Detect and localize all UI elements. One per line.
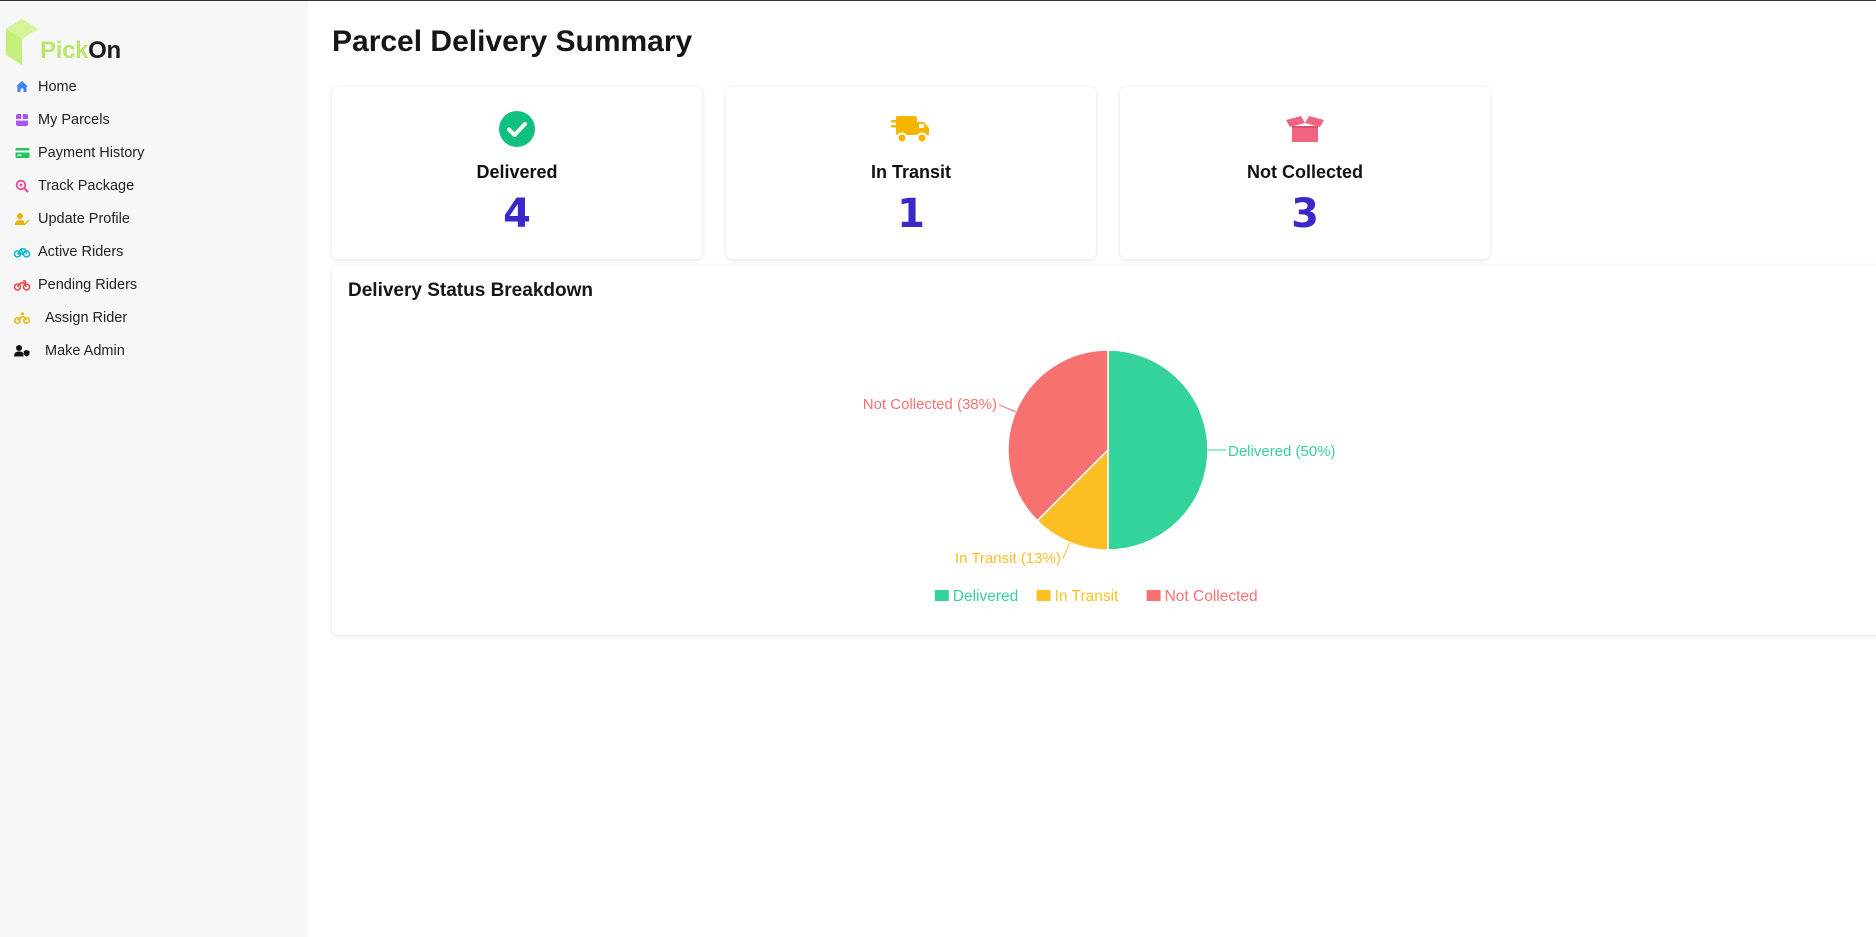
stat-card-in-transit: In Transit 1 (726, 87, 1096, 259)
stat-card-delivered: Delivered 4 (332, 87, 702, 259)
legend-swatch (1036, 590, 1051, 601)
home-icon (14, 79, 30, 95)
slice-label: In Transit (13%) (955, 550, 1061, 567)
box-icon (14, 112, 30, 128)
legend-swatch (1146, 590, 1161, 601)
sidebar-item-label: Make Admin (45, 342, 125, 359)
slice-leader-line (998, 404, 1016, 413)
chart-panel: Delivery Status Breakdown Delivered (50%… (332, 265, 1876, 635)
stat-card-label: Delivered (476, 162, 558, 182)
slice-label: Delivered (50%) (1228, 443, 1336, 460)
sidebar-item-track-package[interactable]: Track Package (14, 169, 144, 202)
truck-icon (726, 109, 1096, 149)
motorcycle-icon (14, 277, 30, 293)
stat-card-not-collected: Not Collected 3 (1120, 87, 1490, 259)
sidebar-item-pending-riders[interactable]: Pending Riders (14, 268, 144, 301)
sidebar-item-home[interactable]: Home (14, 70, 144, 103)
sidebar-item-label: Track Package (38, 177, 135, 194)
search-location-icon (14, 178, 30, 194)
logo-text: PickOn (40, 37, 121, 64)
sidebar-item-assign-rider[interactable]: Assign Rider (14, 301, 144, 334)
legend-item[interactable]: Not Collected (1165, 588, 1258, 605)
legend-item[interactable]: In Transit (1055, 588, 1119, 605)
logo[interactable]: PickOn (4, 17, 144, 69)
main-content: Parcel Delivery Summary Delivered 4 In T… (308, 1, 1876, 937)
sidebar-item-label: Assign Rider (45, 309, 128, 326)
stat-card-label: Not Collected (1246, 162, 1363, 182)
pie-slice-delivered[interactable] (1107, 349, 1209, 551)
sidebar-item-make-admin[interactable]: Make Admin (14, 334, 144, 367)
sidebar-item-label: Update Profile (38, 210, 130, 227)
sidebar-item-my-parcels[interactable]: My Parcels (14, 103, 144, 136)
slice-label: Not Collected (38%) (863, 396, 997, 413)
open-box-icon (1120, 109, 1490, 149)
logo-icon (6, 19, 38, 65)
user-shield-icon (14, 343, 30, 359)
stat-card-value: 4 (503, 191, 531, 237)
user-edit-icon (14, 211, 30, 227)
sidebar-item-label: Payment History (38, 144, 145, 161)
stat-card-value: 1 (897, 191, 925, 237)
sidebar-item-active-riders[interactable]: Active Riders (14, 235, 144, 268)
sidebar-item-label: Home (38, 78, 77, 95)
rider-icon (14, 310, 30, 326)
sidebar-nav: Home My Parcels Payment History Track Pa… (14, 70, 144, 367)
legend-item[interactable]: Delivered (953, 588, 1018, 605)
sidebar-item-label: Active Riders (38, 243, 124, 260)
sidebar-item-label: Pending Riders (38, 276, 138, 293)
check-circle-icon (332, 109, 702, 149)
sidebar-item-update-profile[interactable]: Update Profile (14, 202, 144, 235)
stat-card-value: 3 (1291, 191, 1319, 237)
legend-swatch (934, 590, 949, 601)
credit-card-icon (14, 145, 30, 161)
slice-leader-line (1062, 542, 1071, 560)
page-title: Parcel Delivery Summary (332, 25, 693, 58)
bicycle-icon (14, 244, 30, 260)
sidebar-item-payment-history[interactable]: Payment History (14, 136, 144, 169)
sidebar-item-label: My Parcels (38, 111, 110, 128)
sidebar: PickOn Home My Parcels Payment History T… (0, 1, 308, 937)
pie-chart: Delivered (50%) In Transit (13%) Not Colle… (863, 349, 1336, 605)
stat-card-label: In Transit (870, 162, 951, 182)
